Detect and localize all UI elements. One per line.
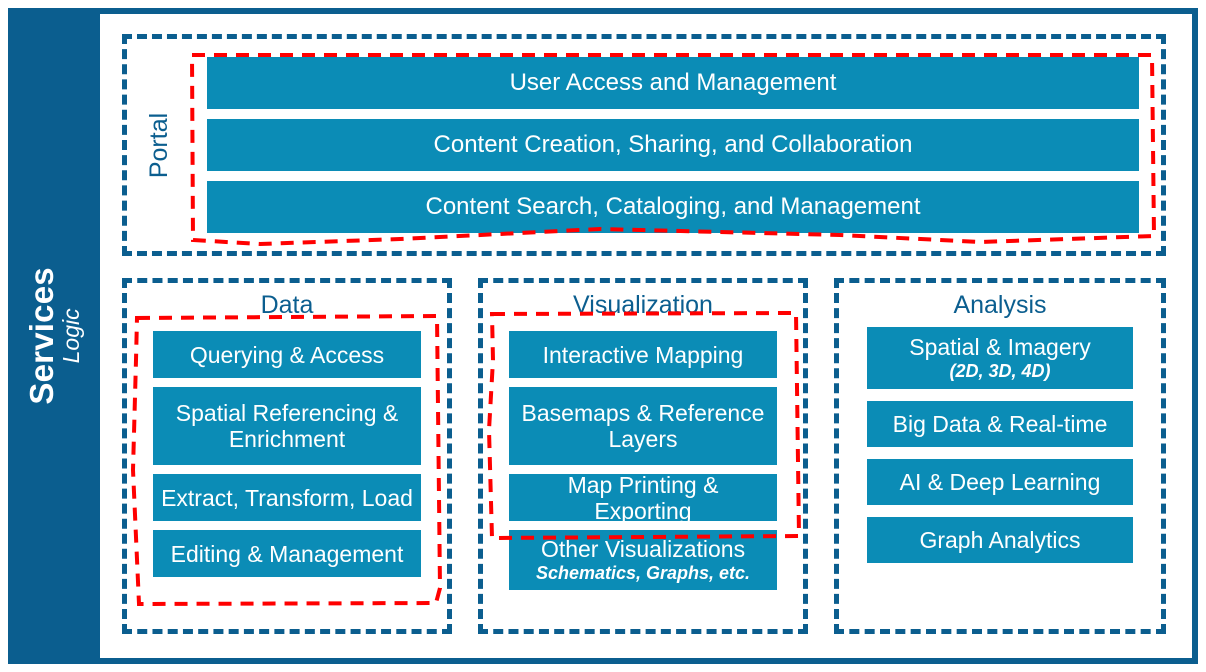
- visualization-item-sublabel: Schematics, Graphs, etc.: [535, 563, 751, 584]
- analysis-item-list: Spatial & Imagery (2D, 3D, 4D) Big Data …: [867, 327, 1133, 563]
- data-item[interactable]: Querying & Access: [153, 331, 421, 378]
- data-item-label: Querying & Access: [189, 341, 385, 368]
- visualization-item-label: Map Printing & Exporting: [567, 471, 719, 524]
- diagram-canvas: Services Logic Portal User Access and Ma…: [0, 0, 1206, 672]
- analysis-item-label: Spatial & Imagery: [909, 334, 1091, 361]
- analysis-item-label: AI & Deep Learning: [899, 469, 1101, 495]
- visualization-item[interactable]: Basemaps & Reference Layers: [509, 387, 777, 465]
- analysis-item-sublabel: (2D, 3D, 4D): [949, 361, 1051, 382]
- data-group-title: Data: [260, 291, 314, 319]
- portal-item-list: User Access and Management Content Creat…: [207, 57, 1139, 233]
- analysis-item-label: Graph Analytics: [919, 527, 1081, 553]
- services-subtitle: Logic: [57, 308, 84, 364]
- analysis-group: Analysis Spatial & Imagery (2D, 3D, 4D) …: [834, 278, 1166, 634]
- portal-label-wrap: Portal: [135, 39, 185, 251]
- analysis-group-title: Analysis: [953, 291, 1047, 319]
- data-item-label: Editing & Management: [170, 540, 404, 567]
- services-rail: Services Logic: [8, 8, 100, 664]
- portal-item-label: User Access and Management: [509, 69, 837, 97]
- portal-item-label: Content Creation, Sharing, and Collabora…: [433, 131, 913, 159]
- portal-label: Portal: [145, 112, 174, 178]
- portal-item-label: Content Search, Cataloging, and Manageme…: [425, 193, 921, 221]
- analysis-item[interactable]: Spatial & Imagery (2D, 3D, 4D): [867, 327, 1133, 389]
- services-title: Services: [23, 267, 61, 405]
- portal-item[interactable]: Content Search, Cataloging, and Manageme…: [207, 181, 1139, 233]
- data-item[interactable]: Spatial Referencing & Enrichment: [153, 387, 421, 465]
- visualization-item-label: Other Visualizations: [540, 536, 746, 563]
- analysis-item-label: Big Data & Real-time: [892, 411, 1108, 437]
- visualization-group: Visualization Interactive Mapping Basema…: [478, 278, 808, 634]
- portal-item[interactable]: User Access and Management: [207, 57, 1139, 109]
- data-item-list: Querying & Access Spatial Referencing & …: [153, 331, 421, 577]
- analysis-item[interactable]: AI & Deep Learning: [867, 459, 1133, 505]
- analysis-item[interactable]: Big Data & Real-time: [867, 401, 1133, 447]
- visualization-item[interactable]: Map Printing & Exporting: [509, 471, 777, 524]
- data-item-label: Extract, Transform, Load: [161, 484, 413, 511]
- visualization-item-list: Interactive Mapping Basemaps & Reference…: [509, 331, 777, 590]
- data-group: Data Querying & Access Spatial Referenci…: [122, 278, 452, 634]
- analysis-item[interactable]: Graph Analytics: [867, 517, 1133, 563]
- visualization-item-label: Basemaps & Reference Layers: [521, 400, 765, 452]
- portal-item[interactable]: Content Creation, Sharing, and Collabora…: [207, 119, 1139, 171]
- data-item-label: Spatial Referencing & Enrichment: [175, 400, 399, 452]
- visualization-item[interactable]: Other Visualizations Schematics, Graphs,…: [509, 530, 777, 590]
- visualization-group-title: Visualization: [573, 291, 713, 319]
- visualization-item-label: Interactive Mapping: [542, 341, 744, 368]
- visualization-item[interactable]: Interactive Mapping: [509, 331, 777, 378]
- data-item[interactable]: Extract, Transform, Load: [153, 474, 421, 521]
- services-rail-text: Services Logic: [23, 267, 84, 405]
- portal-group: Portal User Access and Management Conten…: [122, 34, 1166, 256]
- data-item[interactable]: Editing & Management: [153, 530, 421, 577]
